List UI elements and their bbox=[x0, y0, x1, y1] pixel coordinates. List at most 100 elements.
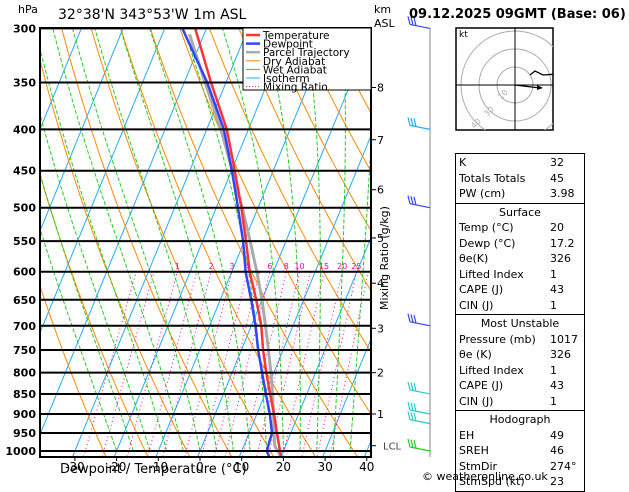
km-tick-label: 2 bbox=[377, 367, 384, 380]
pressure-tick-label: 300 bbox=[13, 22, 36, 35]
datetime-title: 09.12.2025 09GMT (Base: 06) bbox=[409, 7, 626, 22]
km-tick-label: 1 bbox=[377, 408, 384, 421]
mixing-ratio-line bbox=[145, 272, 197, 468]
index-label: Dewp (°C) bbox=[459, 236, 550, 252]
index-row: PW (cm)3.98 bbox=[456, 186, 584, 202]
index-label: CAPE (J) bbox=[459, 378, 550, 394]
section-title: Hodograph bbox=[456, 412, 584, 428]
index-value: 3.98 bbox=[550, 186, 575, 202]
isotherm-line bbox=[68, 17, 253, 469]
mixing-ratio-label: 4 bbox=[245, 262, 250, 271]
mixing-ratio-label: 15 bbox=[319, 262, 329, 271]
mixing-ratio-label: 25 bbox=[351, 262, 361, 271]
index-row: Dewp (°C)17.2 bbox=[456, 236, 584, 252]
hodograph-unit: kt bbox=[459, 30, 468, 40]
lcl-label: LCL bbox=[383, 442, 402, 453]
indices-table: K32Totals Totals45PW (cm)3.98 SurfaceTem… bbox=[455, 153, 585, 492]
index-label: K bbox=[459, 155, 550, 171]
mixing-ratio-label: 3 bbox=[229, 262, 234, 271]
index-row: Temp (°C)20 bbox=[456, 220, 584, 236]
index-row: SREH46 bbox=[456, 443, 584, 459]
section-title: Most Unstable bbox=[456, 316, 584, 332]
location-title: 32°38'N 343°53'W 1m ASL bbox=[58, 7, 246, 23]
dry-adiabat-line bbox=[585, 17, 629, 469]
index-row: CIN (J)1 bbox=[456, 298, 584, 314]
legend: TemperatureDewpointParcel TrajectoryDry … bbox=[243, 28, 371, 94]
dewpoint-line bbox=[182, 28, 272, 457]
pressure-tick-label: 350 bbox=[13, 77, 36, 90]
index-value: 326 bbox=[550, 251, 571, 267]
index-label: CIN (J) bbox=[459, 394, 550, 410]
x-axis-label: Dewpoint / Temperature (°C) bbox=[60, 462, 247, 477]
legend-label: Mixing Ratio bbox=[263, 82, 328, 94]
index-row: CAPE (J)43 bbox=[456, 378, 584, 394]
pressure-tick-label: 800 bbox=[13, 367, 36, 380]
mixing-ratio-axis-label: Mixing Ratio (g/kg) bbox=[378, 206, 391, 310]
index-row: Totals Totals45 bbox=[456, 171, 584, 187]
index-value: 45 bbox=[550, 171, 564, 187]
isotherm-line bbox=[0, 17, 3, 469]
index-label: Pressure (mb) bbox=[459, 332, 550, 348]
index-label: EH bbox=[459, 428, 550, 444]
index-value: 43 bbox=[550, 378, 564, 394]
km-label: km bbox=[374, 3, 391, 16]
index-value: 43 bbox=[550, 282, 564, 298]
index-label: PW (cm) bbox=[459, 186, 550, 202]
pressure-tick-label: 750 bbox=[13, 344, 36, 357]
index-label: CAPE (J) bbox=[459, 282, 550, 298]
pressure-tick-label: 550 bbox=[13, 235, 36, 248]
km-tick-label: 6 bbox=[377, 184, 384, 197]
mixing-ratio-line bbox=[124, 272, 177, 468]
index-value: 20 bbox=[550, 220, 564, 236]
pressure-tick-label: 400 bbox=[13, 123, 36, 136]
pressure-tick-label: 650 bbox=[13, 294, 36, 307]
pressure-unit-label: hPa bbox=[18, 3, 38, 16]
index-row: K32 bbox=[456, 155, 584, 171]
index-value: 1 bbox=[550, 363, 557, 379]
index-row: θe(K)326 bbox=[456, 251, 584, 267]
pressure-tick-label: 950 bbox=[13, 427, 36, 440]
index-label: Temp (°C) bbox=[459, 220, 550, 236]
mixing-ratio-line bbox=[182, 272, 232, 468]
mixing-ratio-label: 10 bbox=[294, 262, 304, 271]
wind-barb bbox=[408, 117, 430, 129]
asl-label: ASL bbox=[374, 17, 395, 30]
index-value: 326 bbox=[550, 347, 571, 363]
pressure-tick-label: 500 bbox=[13, 202, 36, 215]
index-value: 23 bbox=[550, 474, 564, 490]
index-label: SREH bbox=[459, 443, 550, 459]
section-title: Surface bbox=[456, 205, 584, 221]
index-row: CAPE (J)43 bbox=[456, 282, 584, 298]
index-label: Lifted Index bbox=[459, 363, 550, 379]
x-tick-label: 40 bbox=[359, 460, 374, 474]
index-label: Totals Totals bbox=[459, 171, 550, 187]
index-row: Lifted Index1 bbox=[456, 363, 584, 379]
wind-barb bbox=[408, 439, 430, 451]
index-label: Lifted Index bbox=[459, 267, 550, 283]
km-tick-label: 8 bbox=[377, 81, 384, 94]
dry-adiabat-line bbox=[615, 17, 629, 469]
index-row: StmDir274° bbox=[456, 459, 584, 475]
mixing-ratio-label: 2 bbox=[209, 262, 214, 271]
pressure-tick-label: 450 bbox=[13, 165, 36, 178]
index-row: Pressure (mb)1017 bbox=[456, 332, 584, 348]
mixing-ratio-line bbox=[160, 272, 211, 468]
wind-barb bbox=[408, 314, 430, 326]
wind-barb bbox=[408, 196, 430, 208]
mixing-ratio-label: 6 bbox=[267, 262, 272, 271]
index-label: CIN (J) bbox=[459, 298, 550, 314]
index-value: 1 bbox=[550, 394, 557, 410]
index-value: 274° bbox=[550, 459, 577, 475]
pressure-tick-label: 900 bbox=[13, 408, 36, 421]
index-value: 1 bbox=[550, 298, 557, 314]
x-tick-label: 30 bbox=[317, 460, 332, 474]
mixing-ratio-label: 1 bbox=[175, 262, 180, 271]
pressure-tick-label: 850 bbox=[13, 388, 36, 401]
index-label: θe (K) bbox=[459, 347, 550, 363]
index-value: 17.2 bbox=[550, 236, 575, 252]
x-tick-label: 20 bbox=[276, 460, 291, 474]
index-row: CIN (J)1 bbox=[456, 394, 584, 410]
index-value: 46 bbox=[550, 443, 564, 459]
index-value: 32 bbox=[550, 155, 564, 171]
index-row: Lifted Index1 bbox=[456, 267, 584, 283]
